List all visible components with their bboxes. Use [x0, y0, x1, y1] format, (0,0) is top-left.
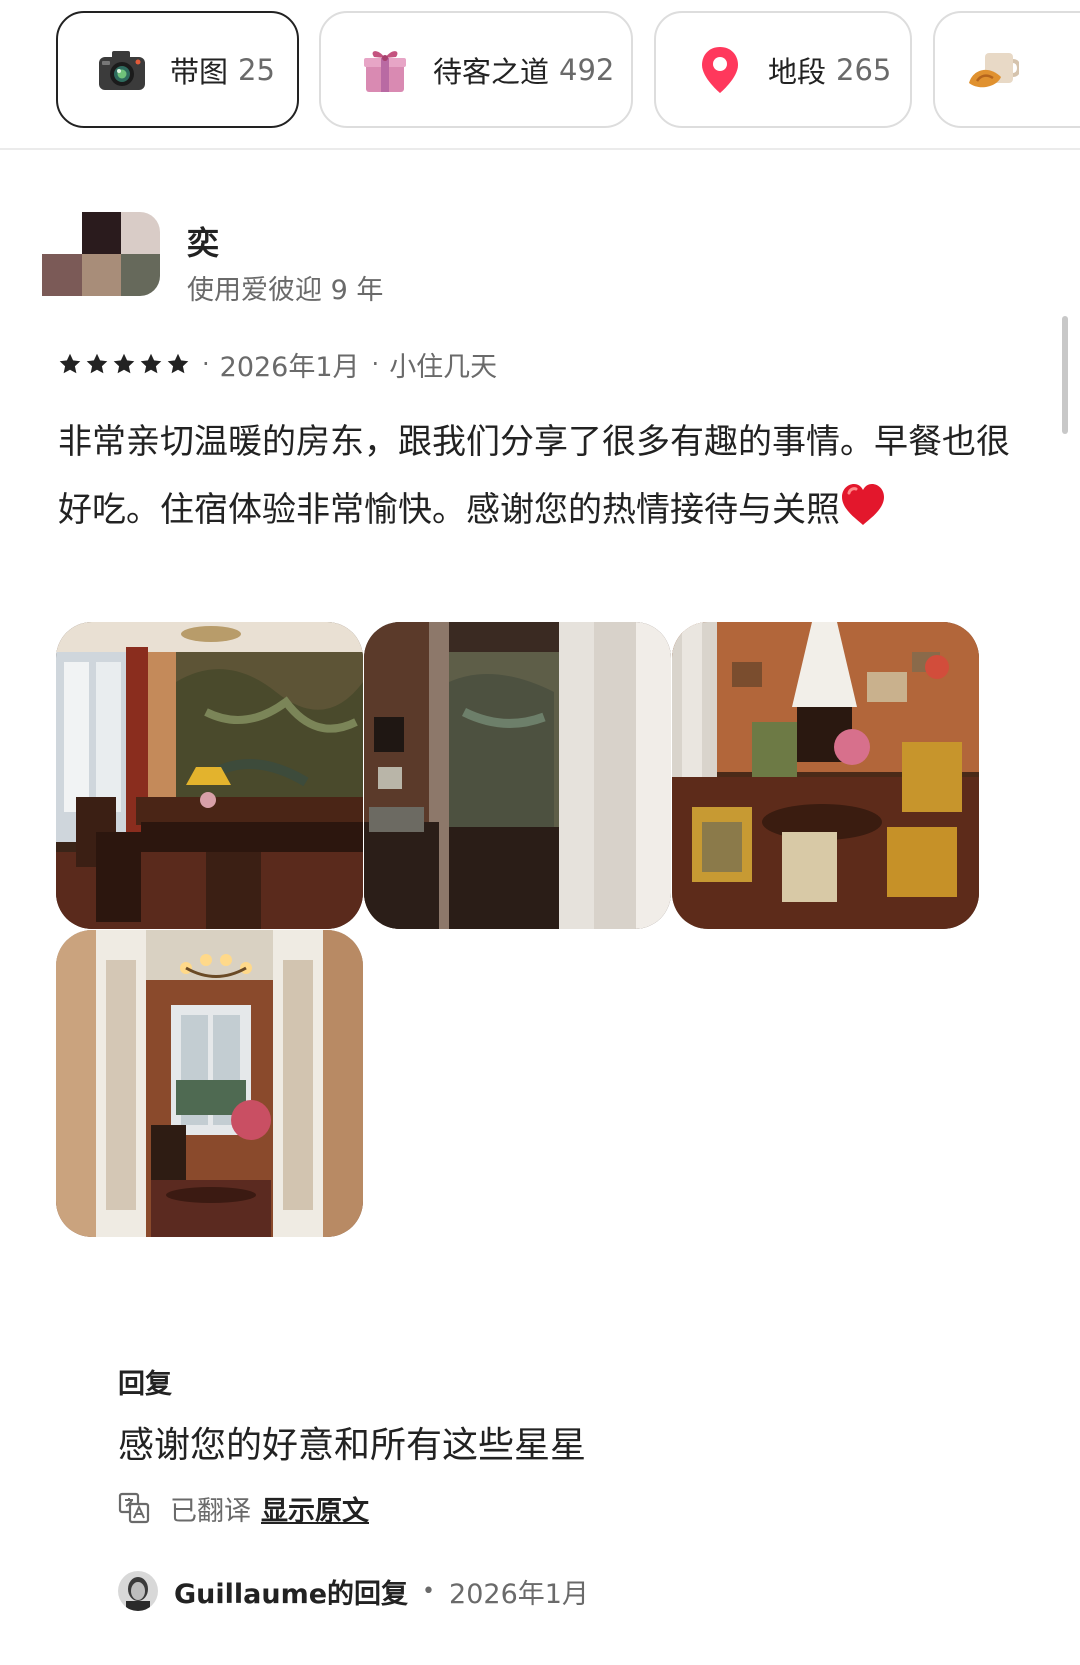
location-pin-icon: [692, 42, 748, 98]
separator-dot: ·: [202, 350, 210, 378]
star-icon: [86, 353, 108, 374]
review-photo[interactable]: [364, 622, 671, 929]
filter-chip-label: 地段: [768, 54, 827, 89]
reply-date: 2026年1月: [449, 1578, 589, 1610]
review-date: 2026年1月: [219, 351, 360, 383]
star-icon: [59, 353, 81, 374]
camera-icon: [94, 42, 150, 98]
avatar[interactable]: [42, 212, 160, 296]
star-icon: [140, 353, 162, 374]
separator-dot: •: [422, 1578, 436, 1604]
review-photo[interactable]: [56, 930, 363, 1237]
filter-chip-count: 265: [836, 52, 892, 87]
host-avatar[interactable]: [118, 1571, 158, 1611]
review-meta: · 2026年1月 · 小住几天: [58, 346, 498, 383]
reviewer-tenure: 使用爱彼迎 9 年: [187, 275, 384, 306]
filter-chip-photos[interactable]: 带图 25: [56, 11, 299, 128]
filter-chip-hospitality[interactable]: 待客之道 492: [319, 11, 633, 128]
filter-chip-location[interactable]: 地段 265: [654, 11, 912, 128]
filter-chip-label: 带图: [170, 54, 229, 89]
reply-label: 回复: [118, 1369, 172, 1400]
host-reply-attribution: Guillaume的回复 • 2026年1月: [118, 1570, 589, 1612]
filter-chip-count: 492: [559, 52, 615, 87]
star-rating: [58, 352, 190, 376]
translated-label: 已翻译: [170, 1495, 251, 1527]
separator-dot: ·: [371, 350, 380, 378]
host-name: Guillaume的回复: [174, 1578, 409, 1610]
review-photo[interactable]: [56, 622, 363, 929]
review-photo[interactable]: [672, 622, 979, 929]
star-icon: [167, 353, 189, 374]
review-text: 非常亲切温暖的房东，跟我们分享了很多有趣的事情。早餐也很好吃。住宿体验非常愉快。…: [58, 408, 1018, 544]
filter-chip-count: 25: [238, 52, 275, 87]
scrollbar[interactable]: [1062, 316, 1068, 434]
reply-text: 感谢您的好意和所有这些星星: [118, 1425, 587, 1466]
translate-icon: [118, 1492, 150, 1524]
stay-type: 小住几天: [389, 351, 498, 383]
gift-icon: [357, 42, 413, 98]
reviewer-name: 奕: [187, 224, 220, 262]
filter-chip-breakfast[interactable]: [933, 11, 1080, 128]
review-filter-bar: 带图 25 待客之道 492 地段 265: [0, 0, 1080, 150]
red-heart-icon: [842, 484, 884, 525]
breakfast-icon: [965, 42, 1021, 98]
show-original-link[interactable]: 显示原文: [261, 1489, 369, 1528]
filter-chip-label: 待客之道: [433, 54, 550, 89]
translation-notice: 已翻译 显示原文: [118, 1488, 369, 1528]
star-icon: [113, 353, 135, 374]
